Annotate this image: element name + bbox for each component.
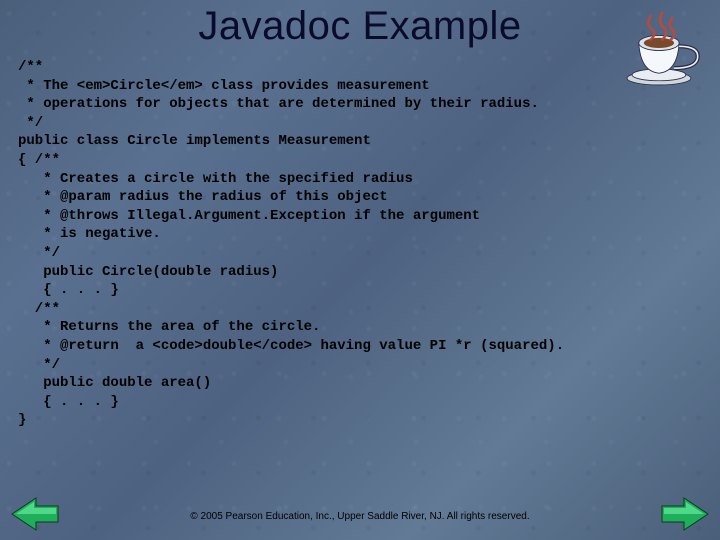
code-block: /** * The <em>Circle</em> class provides… — [18, 58, 710, 430]
page-title: Javadoc Example — [0, 0, 720, 49]
prev-button[interactable] — [10, 494, 60, 534]
copyright-footer: © 2005 Pearson Education, Inc., Upper Sa… — [0, 511, 720, 522]
next-button[interactable] — [660, 494, 710, 534]
